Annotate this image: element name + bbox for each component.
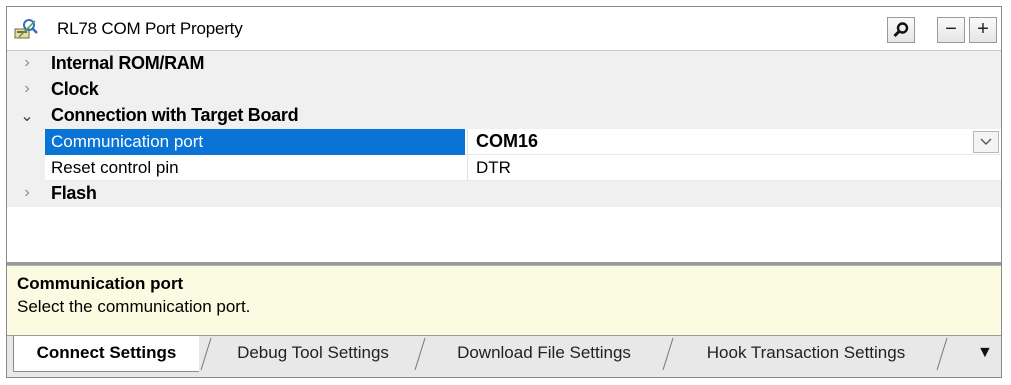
property-row-reset-control-pin[interactable]: Reset control pin DTR <box>7 155 1001 181</box>
row-gutter <box>7 155 45 181</box>
property-name[interactable]: Reset control pin <box>45 155 465 181</box>
chevron-down-icon[interactable]: ⌄ <box>19 106 35 126</box>
property-app-icon <box>14 19 38 39</box>
category-label: Clock <box>51 79 99 99</box>
property-panel: RL78 COM Port Property − + › Internal RO… <box>6 6 1002 378</box>
window-title: RL78 COM Port Property <box>57 19 243 38</box>
category-flash[interactable]: › Flash <box>7 181 1001 207</box>
row-gutter <box>7 129 45 155</box>
category-label: Internal ROM/RAM <box>51 53 205 73</box>
tab-separator <box>936 338 948 370</box>
category-label: Connection with Target Board <box>51 105 299 125</box>
chevron-right-icon[interactable]: › <box>19 54 35 72</box>
category-label: Flash <box>51 183 97 203</box>
tab-connect-settings[interactable]: Connect Settings <box>13 336 199 372</box>
dropdown-button[interactable] <box>973 131 999 153</box>
tab-separator <box>662 338 674 370</box>
property-grid: › Internal ROM/RAM › Clock ⌄ Connection … <box>7 51 1001 265</box>
tab-separator <box>200 338 212 370</box>
expand-all-button[interactable]: + <box>969 17 997 43</box>
chevron-right-icon[interactable]: › <box>19 80 35 98</box>
tab-hook-transaction-settings[interactable]: Hook Transaction Settings <box>675 336 937 372</box>
search-icon <box>893 22 909 38</box>
property-name[interactable]: Communication port <box>45 129 465 155</box>
description-panel: Communication port Select the communicat… <box>7 265 1001 335</box>
description-text: Select the communication port. <box>17 297 251 316</box>
description-title: Communication port <box>17 274 184 293</box>
category-internal-rom-ram[interactable]: › Internal ROM/RAM <box>7 51 1001 77</box>
category-clock[interactable]: › Clock <box>7 77 1001 103</box>
chevron-right-icon[interactable]: › <box>19 184 35 202</box>
chevron-down-icon <box>980 138 992 145</box>
property-value[interactable]: DTR <box>467 155 1001 181</box>
property-value[interactable]: COM16 <box>467 129 1001 155</box>
tab-debug-tool-settings[interactable]: Debug Tool Settings <box>213 336 413 372</box>
category-connection-with-target-board[interactable]: ⌄ Connection with Target Board <box>7 103 1001 129</box>
tab-download-file-settings[interactable]: Download File Settings <box>427 336 661 372</box>
search-button[interactable] <box>887 17 915 43</box>
tab-overflow-arrow-icon[interactable]: ▼ <box>977 344 993 362</box>
title-bar: RL78 COM Port Property − + <box>7 7 1001 51</box>
tab-separator <box>414 338 426 370</box>
property-row-communication-port[interactable]: Communication port COM16 <box>7 129 1001 155</box>
settings-tab-strip: Connect Settings Debug Tool Settings Dow… <box>7 335 1001 377</box>
collapse-all-button[interactable]: − <box>937 17 965 43</box>
